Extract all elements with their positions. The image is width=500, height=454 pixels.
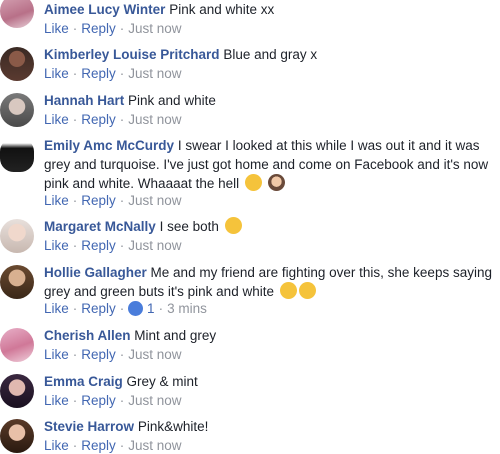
timestamp[interactable]: 3 mins (167, 301, 207, 316)
separator: · (119, 193, 125, 208)
separator: · (119, 112, 125, 127)
separator: · (119, 238, 125, 253)
timestamp[interactable]: Just now (128, 193, 181, 208)
like-link[interactable]: Like (44, 301, 69, 316)
comment-author[interactable]: Emily Amc McCurdy (44, 138, 174, 153)
separator: · (72, 301, 78, 316)
avatar[interactable] (0, 0, 34, 28)
laughing-tears-emoji (224, 217, 242, 234)
like-link[interactable]: Like (44, 66, 69, 81)
avatar[interactable] (0, 419, 34, 453)
timestamp[interactable]: Just now (128, 112, 181, 127)
crying-face-emoji (279, 282, 297, 299)
thumbs-up-icon[interactable] (128, 301, 144, 316)
comment-author[interactable]: Emma Craig (44, 374, 123, 389)
separator: · (72, 112, 78, 127)
separator: · (72, 193, 78, 208)
timestamp[interactable]: Just now (128, 347, 181, 362)
comment-actions: Like · Reply · Just now (44, 238, 182, 254)
reply-link[interactable]: Reply (81, 238, 116, 253)
separator: · (119, 347, 125, 362)
separator: · (72, 393, 78, 408)
reply-link[interactable]: Reply (81, 438, 116, 453)
reply-link[interactable]: Reply (81, 301, 116, 316)
reaction-count[interactable]: 1 (147, 301, 155, 316)
comment-author[interactable]: Margaret McNally (44, 219, 156, 234)
timestamp[interactable]: Just now (128, 393, 181, 408)
comment-actions: Like · Reply · Just now (44, 193, 182, 209)
separator: · (72, 238, 78, 253)
comment-actions: Like · Reply · Just now (44, 347, 182, 363)
comment-text: Pink and white xx (169, 2, 275, 17)
like-link[interactable]: Like (44, 393, 69, 408)
like-link[interactable]: Like (44, 193, 69, 208)
like-link[interactable]: Like (44, 238, 69, 253)
timestamp[interactable]: Just now (128, 438, 181, 453)
comment-author[interactable]: Stevie Harrow (44, 419, 134, 434)
avatar[interactable] (0, 265, 34, 299)
separator: · (119, 66, 125, 81)
comment-actions: Like · Reply · Just now (44, 21, 182, 37)
reply-link[interactable]: Reply (81, 347, 116, 362)
avatar[interactable] (0, 93, 34, 127)
comment-author[interactable]: Cherish Allen (44, 328, 131, 343)
tired-face-emoji (244, 174, 262, 191)
reply-link[interactable]: Reply (81, 112, 116, 127)
avatar[interactable] (0, 47, 34, 81)
comment-text: Pink&white! (137, 419, 209, 434)
avatar[interactable] (0, 219, 34, 253)
like-link[interactable]: Like (44, 112, 69, 127)
comment-actions: Like · Reply · Just now (44, 393, 182, 409)
timestamp[interactable]: Just now (128, 21, 181, 36)
comment-author[interactable]: Kimberley Louise Pritchard (44, 47, 220, 62)
timestamp[interactable]: Just now (128, 66, 181, 81)
comment-text: Blue and gray x (223, 47, 318, 62)
like-link[interactable]: Like (44, 21, 69, 36)
separator: · (72, 21, 78, 36)
timestamp[interactable]: Just now (128, 238, 181, 253)
comment-actions: Like · Reply · Just now (44, 66, 182, 82)
woman-facepalm-emoji (267, 174, 285, 191)
separator: · (72, 347, 78, 362)
comment-text: Grey & mint (126, 374, 198, 389)
comment-author[interactable]: Hannah Hart (44, 93, 124, 108)
avatar[interactable] (0, 328, 34, 362)
reply-link[interactable]: Reply (81, 21, 116, 36)
crying-face-emoji (298, 282, 316, 299)
separator: · (119, 393, 125, 408)
comment-actions: Like · Reply · Just now (44, 438, 182, 454)
comment-text: Pink and white (128, 93, 216, 108)
separator: · (119, 438, 125, 453)
comment-text: Mint and grey (134, 328, 217, 343)
avatar[interactable] (0, 374, 34, 408)
comment-actions: Like · Reply · Just now (44, 112, 182, 128)
comment-text: I see both (159, 219, 219, 234)
reply-link[interactable]: Reply (81, 393, 116, 408)
comment-author[interactable]: Hollie Gallagher (44, 265, 147, 280)
like-link[interactable]: Like (44, 347, 69, 362)
separator: · (72, 438, 78, 453)
separator: · (72, 66, 78, 81)
separator: · (119, 301, 125, 316)
like-link[interactable]: Like (44, 438, 69, 453)
reply-link[interactable]: Reply (81, 66, 116, 81)
separator: · (158, 301, 164, 316)
comment-author[interactable]: Aimee Lucy Winter (44, 2, 165, 17)
avatar[interactable] (0, 138, 34, 172)
reply-link[interactable]: Reply (81, 193, 116, 208)
comment-actions: Like · Reply · 1 · 3 mins (44, 301, 207, 317)
separator: · (119, 21, 125, 36)
